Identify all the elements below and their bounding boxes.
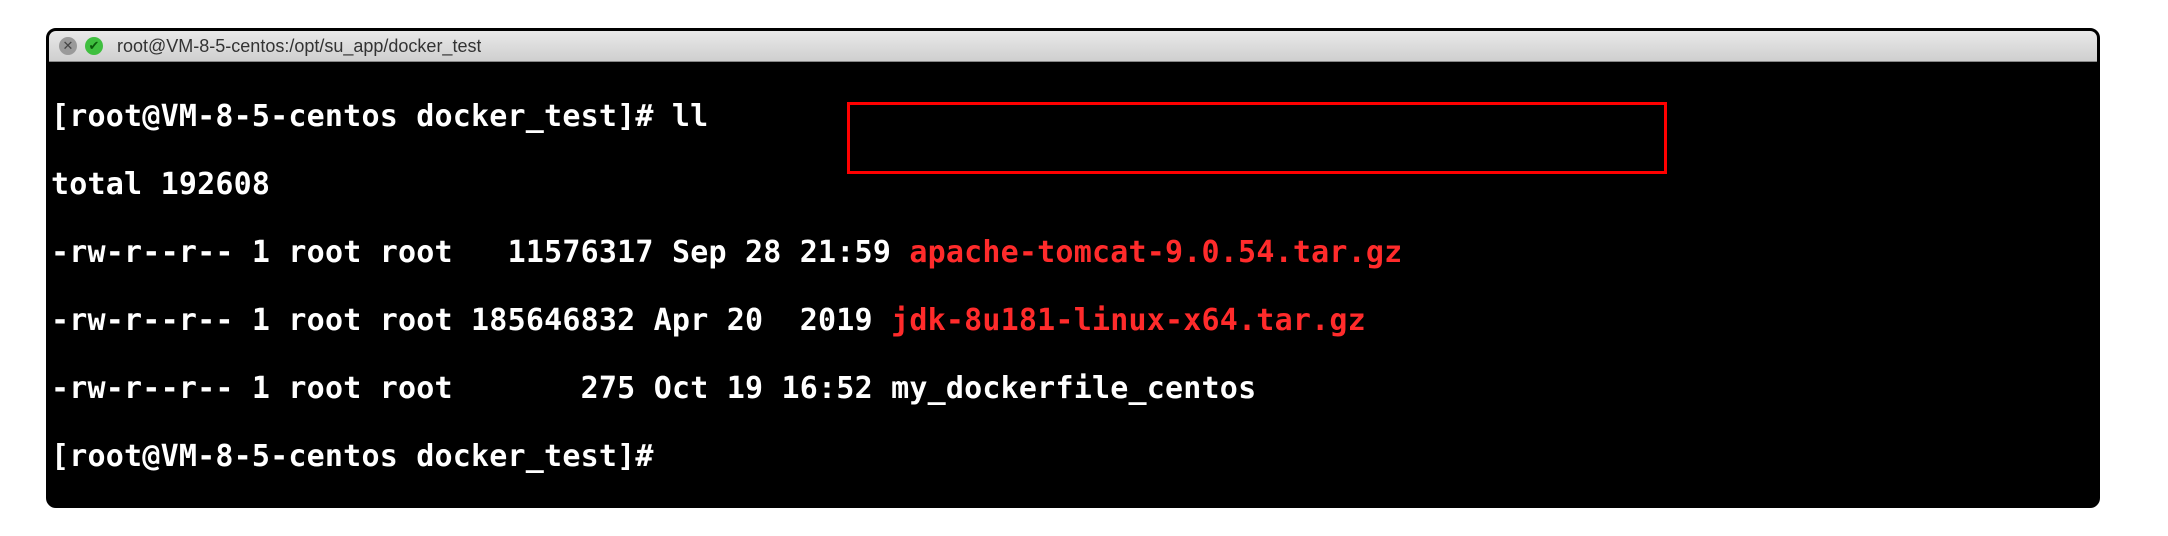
links: 1 (252, 303, 270, 338)
perms: -rw-r--r-- (51, 371, 234, 406)
table-row: -rw-r--r-- 1 root root 275 Oct 19 16:52 … (51, 372, 2095, 406)
owner: root (288, 371, 361, 406)
file-name: jdk-8u181-linux-x64.tar.gz (891, 303, 1366, 338)
owner: root (288, 235, 361, 270)
command-text: ll (672, 99, 709, 134)
terminal-body[interactable]: [root@VM-8-5-centos docker_test]# ll tot… (49, 62, 2097, 508)
size: 275 (581, 371, 636, 406)
date: Oct 19 16:52 (654, 371, 873, 406)
check-glyph: ✔ (89, 38, 100, 54)
size: 11576317 (489, 235, 653, 270)
perms: -rw-r--r-- (51, 235, 234, 270)
table-row: -rw-r--r-- 1 root root 185646832 Apr 20 … (51, 304, 2095, 338)
group: root (380, 303, 453, 338)
date: Sep 28 21:59 (672, 235, 891, 270)
table-row: -rw-r--r-- 1 root root 11576317 Sep 28 2… (51, 236, 2095, 270)
group: root (380, 371, 453, 406)
prompt-text: [root@VM-8-5-centos docker_test]# (51, 99, 672, 134)
file-name: apache-tomcat-9.0.54.tar.gz (909, 235, 1402, 270)
prompt-line-2: [root@VM-8-5-centos docker_test]# (51, 440, 2095, 474)
owner: root (288, 303, 361, 338)
file-name: my_dockerfile_centos (891, 371, 1256, 406)
date: Apr 20 2019 (654, 303, 873, 338)
links: 1 (252, 235, 270, 270)
links: 1 (252, 371, 270, 406)
perms: -rw-r--r-- (51, 303, 234, 338)
terminal-window: ✕ ✔ root@VM-8-5-centos:/opt/su_app/docke… (46, 28, 2100, 508)
window-titlebar: ✕ ✔ root@VM-8-5-centos:/opt/su_app/docke… (49, 31, 2097, 62)
close-glyph: ✕ (63, 38, 74, 54)
total-line: total 192608 (51, 168, 2095, 202)
prompt-line-1: [root@VM-8-5-centos docker_test]# ll (51, 100, 2095, 134)
close-icon[interactable]: ✕ (59, 37, 77, 55)
check-icon[interactable]: ✔ (85, 37, 103, 55)
size: 185646832 (471, 303, 635, 338)
group: root (380, 235, 453, 270)
window-title: root@VM-8-5-centos:/opt/su_app/docker_te… (117, 36, 481, 57)
